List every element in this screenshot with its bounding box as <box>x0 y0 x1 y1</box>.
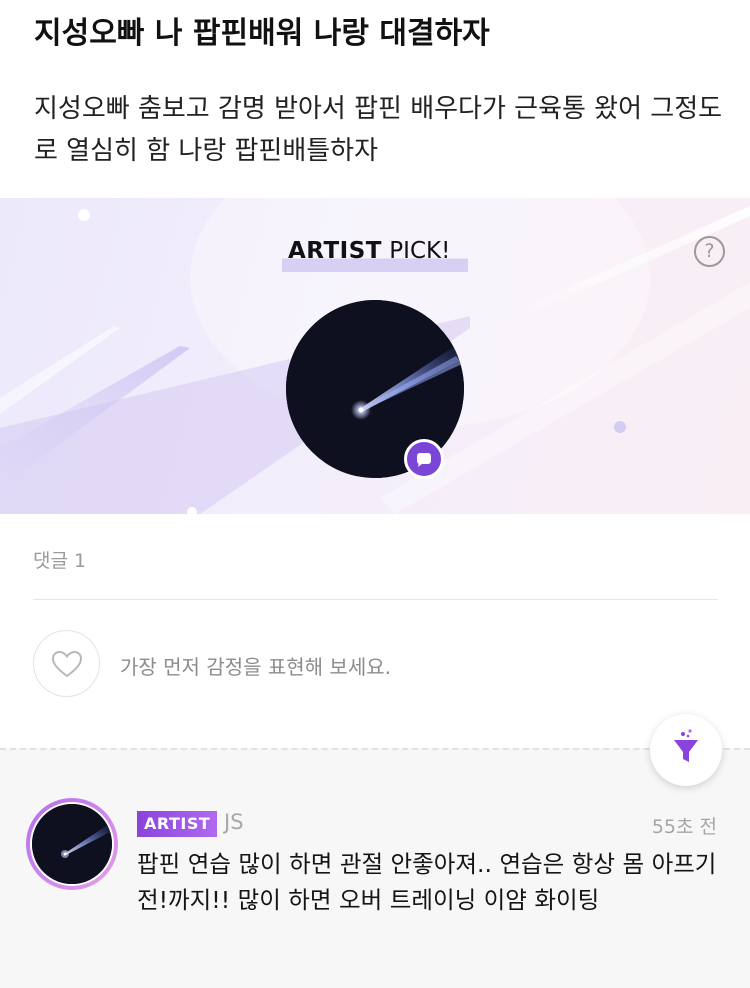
help-symbol: ? <box>704 240 715 262</box>
comment-timestamp: 55초 전 <box>651 816 717 838</box>
heart-outline-icon <box>51 650 83 678</box>
filter-funnel-icon <box>674 729 698 762</box>
comment-count: 댓글 1 <box>33 550 87 572</box>
reaction-prompt: 가장 먼저 감정을 표현해 보세요. <box>120 655 391 679</box>
divider <box>33 599 718 600</box>
artist-pick-banner: ARTIST PICK! ? <box>0 198 750 514</box>
chat-bubble-icon <box>404 439 444 479</box>
shooting-star-image <box>32 804 112 884</box>
reaction-heart-button[interactable] <box>33 630 100 697</box>
commenter-avatar[interactable] <box>26 798 118 890</box>
filter-button[interactable] <box>650 714 722 786</box>
help-icon[interactable]: ? <box>694 236 725 267</box>
post-body: 지성오빠 춤보고 감명 받아서 팝핀 배우다가 근육통 왔어 그정도로 열심히 … <box>34 94 723 166</box>
artist-badge: ARTIST <box>137 811 218 837</box>
artist-pick-label-bold: ARTIST <box>288 238 382 264</box>
comment-text: 팝핀 연습 많이 하면 관절 안좋아져.. 연습은 항상 몸 아프기 전!까지!… <box>137 850 717 914</box>
post-title: 지성오빠 나 팝핀배워 나랑 대결하자 <box>34 16 490 51</box>
artist-pick-label-rest: PICK! <box>381 238 451 264</box>
artist-pick-heading: ARTIST PICK! <box>282 236 468 272</box>
commenter-name[interactable]: JS <box>224 810 244 834</box>
